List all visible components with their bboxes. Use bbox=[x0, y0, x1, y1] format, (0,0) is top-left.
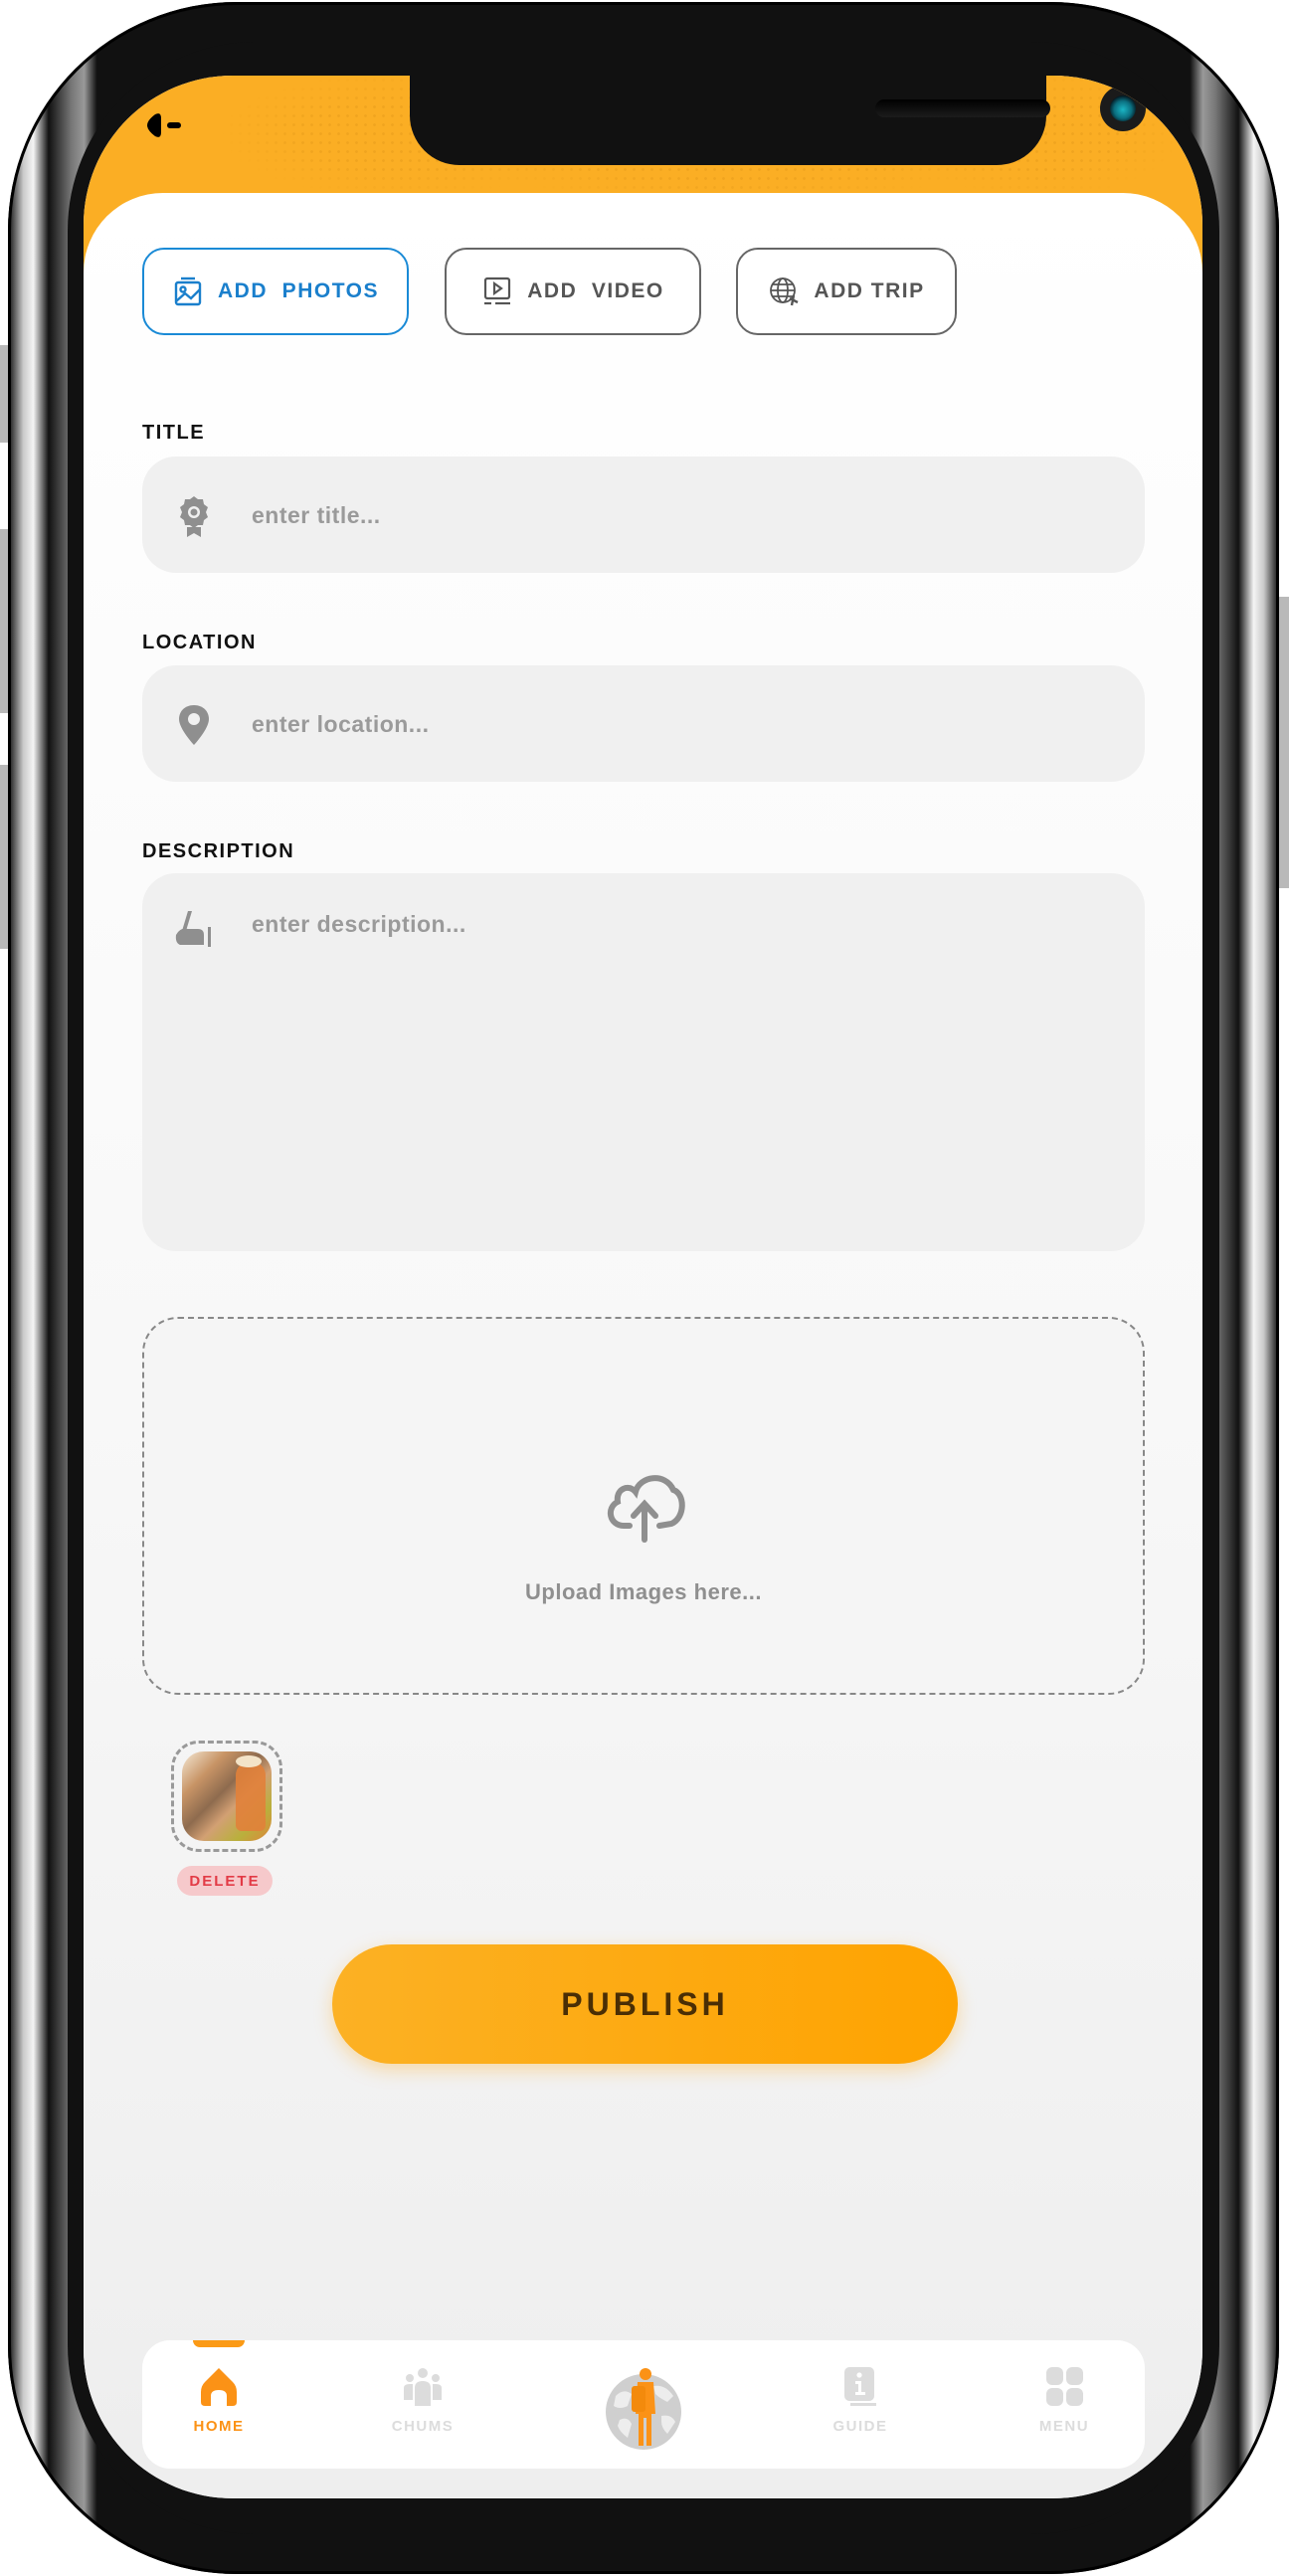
home-icon bbox=[201, 2368, 237, 2406]
cloud-upload-icon bbox=[607, 1475, 685, 1543]
nav-explore[interactable] bbox=[602, 2366, 685, 2452]
map-pin-icon bbox=[179, 705, 209, 745]
info-book-icon bbox=[844, 2367, 876, 2406]
description-field bbox=[142, 873, 1145, 1251]
award-badge-icon bbox=[180, 496, 208, 537]
uploaded-image-thumbnail[interactable] bbox=[171, 1741, 282, 1852]
location-label: LOCATION bbox=[142, 632, 257, 653]
active-tab-indicator bbox=[193, 2340, 245, 2347]
globe-plane-icon bbox=[770, 277, 799, 306]
title-field bbox=[142, 457, 1145, 573]
bottom-navigation: HOME CHUMS GUIDE MENU bbox=[142, 2340, 1145, 2469]
description-input[interactable] bbox=[252, 911, 1115, 1221]
grid-menu-icon bbox=[1046, 2367, 1083, 2406]
delete-image-button[interactable]: DELETE bbox=[177, 1866, 273, 1896]
title-label: TITLE bbox=[142, 422, 206, 444]
speaker-grille bbox=[875, 99, 1050, 117]
image-icon bbox=[174, 276, 202, 306]
power-button bbox=[1279, 597, 1289, 888]
uploaded-image-preview bbox=[182, 1751, 272, 1841]
title-input[interactable] bbox=[252, 500, 1115, 530]
nav-menu-label: MENU bbox=[1038, 2418, 1090, 2435]
add-photos-button[interactable]: ADD PHOTOS bbox=[142, 248, 409, 335]
image-upload-dropzone[interactable]: Upload Images here... bbox=[142, 1317, 1145, 1695]
people-icon bbox=[404, 2368, 442, 2406]
app-screen: ADD PHOTOS ADD VIDEO ADD TRIP TITLE ente… bbox=[84, 76, 1202, 2498]
add-photos-label: ADD PHOTOS bbox=[218, 279, 379, 302]
location-field bbox=[142, 665, 1145, 782]
nav-guide-label: GUIDE bbox=[832, 2418, 888, 2435]
upload-hint-text: Upload Images here... bbox=[525, 1579, 762, 1604]
video-icon bbox=[484, 276, 511, 305]
nav-chums-label: CHUMS bbox=[391, 2418, 455, 2435]
back-button[interactable] bbox=[143, 110, 187, 140]
device-notch bbox=[410, 76, 1146, 165]
publish-button[interactable]: PUBLISH bbox=[332, 1944, 958, 2064]
add-video-button[interactable]: ADD VIDEO bbox=[445, 248, 701, 335]
nav-guide[interactable]: GUIDE bbox=[801, 2366, 920, 2456]
front-camera bbox=[1100, 86, 1146, 131]
location-input[interactable] bbox=[252, 709, 1115, 739]
add-video-label: ADD VIDEO bbox=[527, 279, 664, 302]
add-trip-button[interactable]: ADD TRIP bbox=[736, 248, 957, 335]
traveler-globe-icon bbox=[606, 2368, 681, 2450]
back-arrow-icon bbox=[147, 113, 181, 137]
add-trip-label: ADD TRIP bbox=[814, 279, 925, 302]
nav-home[interactable]: HOME bbox=[159, 2366, 278, 2456]
description-label: DESCRIPTION bbox=[142, 840, 295, 862]
nav-chums[interactable]: CHUMS bbox=[363, 2366, 482, 2456]
writing-hand-icon bbox=[175, 911, 211, 947]
nav-menu[interactable]: MENU bbox=[1005, 2366, 1124, 2456]
nav-home-label: HOME bbox=[193, 2418, 245, 2435]
